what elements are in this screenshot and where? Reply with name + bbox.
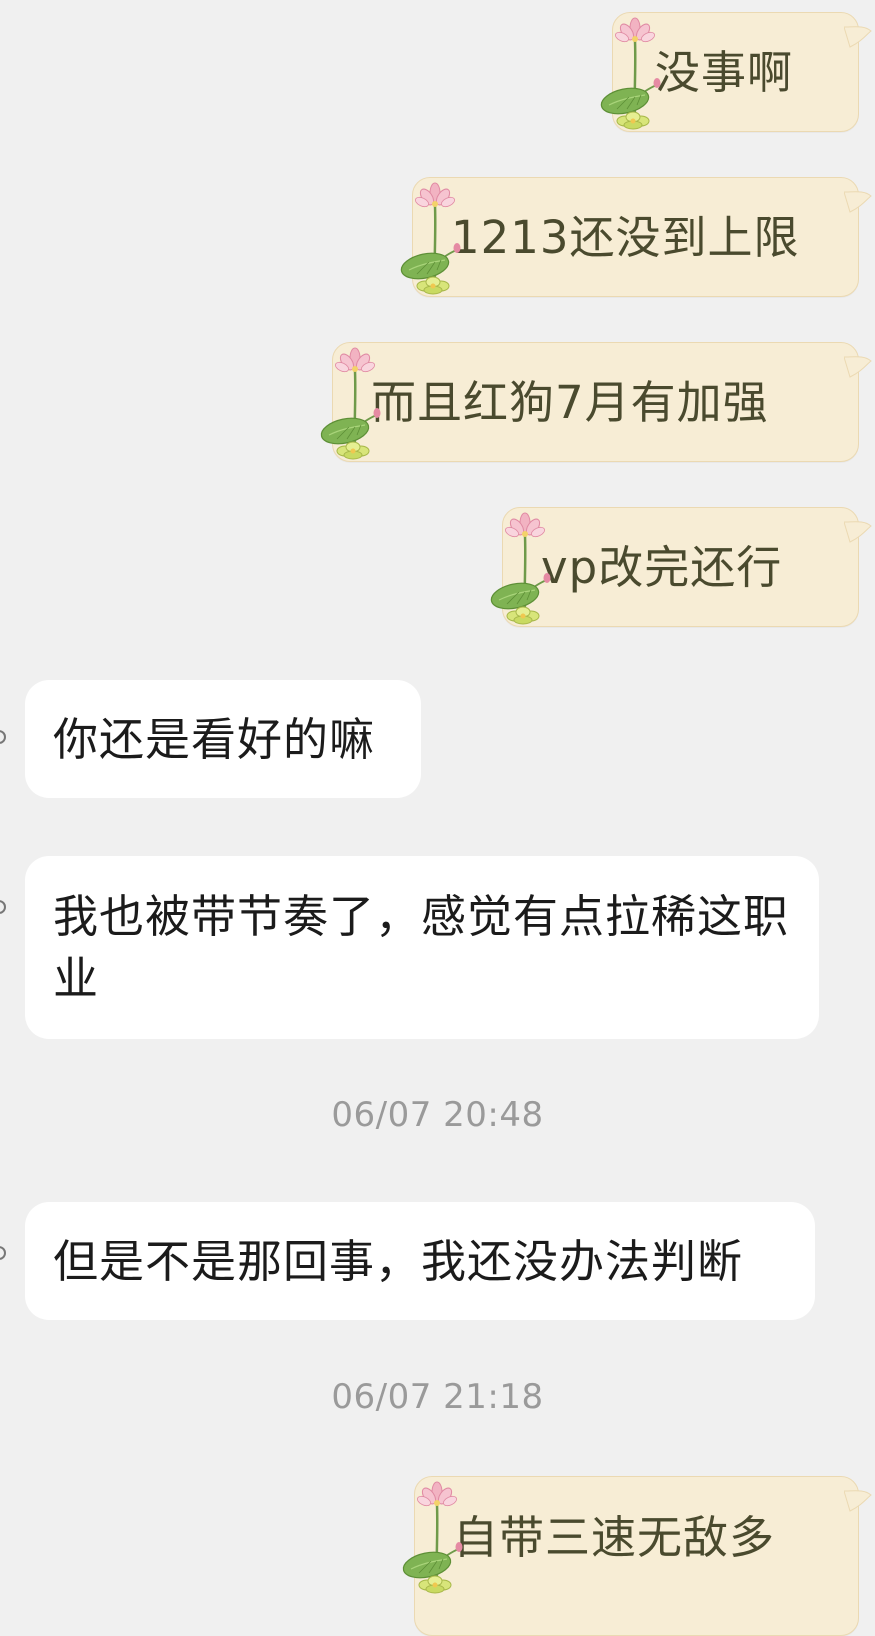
message-timestamp: 06/07 20:48 — [331, 1095, 544, 1135]
lotus-icon — [401, 1473, 471, 1601]
bubble-tail — [844, 25, 872, 49]
bubble-tail — [844, 520, 872, 544]
incoming-message-bubble[interactable]: 你还是看好的嘛 — [25, 680, 421, 798]
bubble-tail — [844, 190, 872, 214]
message-text: 而且红狗7月有加强 — [371, 375, 769, 429]
lotus-icon — [489, 504, 559, 632]
message-text: vp改完还行 — [541, 540, 783, 594]
outgoing-message-bubble[interactable]: 没事啊 — [612, 12, 859, 132]
avatar[interactable] — [0, 900, 6, 914]
outgoing-message-bubble[interactable]: vp改完还行 — [502, 507, 859, 627]
avatar[interactable] — [0, 730, 6, 744]
chat-message-list[interactable]: 没事啊 1213还没到上限 而且红狗7月有加强 vp改完还行 你还是看好的嘛 我… — [0, 0, 875, 1636]
message-text: 我也被带节奏了，感觉有点拉稀这职业 — [53, 890, 790, 1005]
outgoing-message-bubble[interactable]: 自带三速无敌多 — [414, 1476, 859, 1636]
message-text: 1213还没到上限 — [451, 210, 800, 264]
outgoing-message-bubble[interactable]: 而且红狗7月有加强 — [332, 342, 859, 462]
bubble-tail — [844, 355, 872, 379]
message-text: 但是不是那回事，我还没办法判断 — [53, 1235, 744, 1288]
lotus-icon — [599, 9, 669, 137]
incoming-message-bubble[interactable]: 但是不是那回事，我还没办法判断 — [25, 1202, 815, 1320]
avatar[interactable] — [0, 1246, 6, 1260]
incoming-message-bubble[interactable]: 我也被带节奏了，感觉有点拉稀这职业 — [25, 856, 819, 1039]
message-timestamp: 06/07 21:18 — [331, 1377, 544, 1417]
outgoing-message-bubble[interactable]: 1213还没到上限 — [412, 177, 859, 297]
lotus-icon — [399, 174, 469, 302]
lotus-icon — [319, 339, 389, 467]
message-text: 没事啊 — [655, 45, 794, 99]
bubble-tail — [844, 1489, 872, 1513]
message-text: 你还是看好的嘛 — [53, 713, 376, 766]
message-text: 自带三速无敌多 — [453, 1511, 776, 1564]
